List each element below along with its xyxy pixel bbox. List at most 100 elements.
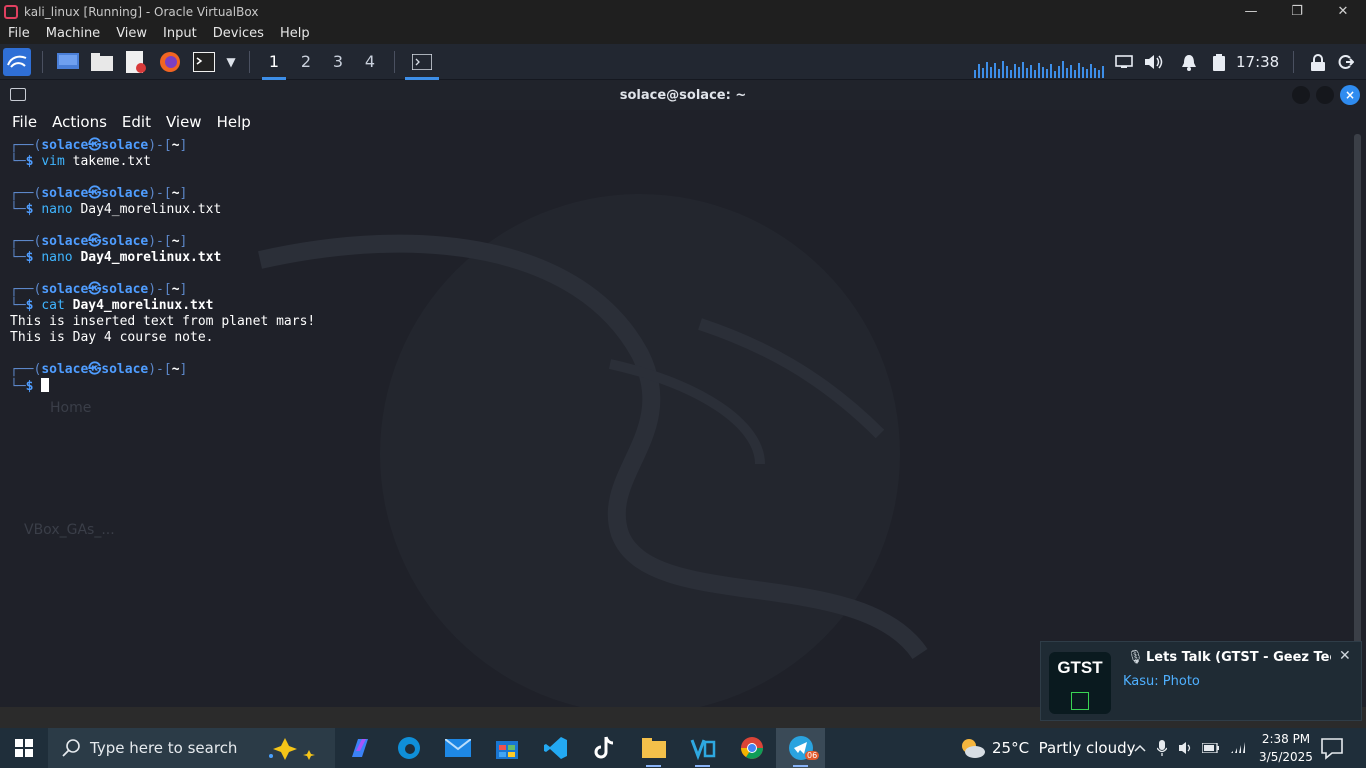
prompt-frame: ┌──( xyxy=(10,138,42,153)
output-line: This is inserted text from planet mars! xyxy=(10,314,316,329)
command-argument: Day4_morelinux.txt xyxy=(80,250,222,265)
virtualbox-icon[interactable] xyxy=(678,728,727,768)
prompt-line: ┌──(solace㉿solace)-[~] xyxy=(10,362,1340,378)
vbox-menu-file[interactable]: File xyxy=(0,26,38,41)
minimize-button[interactable]: — xyxy=(1228,0,1274,23)
panel-clock[interactable]: 17:38 xyxy=(1236,53,1279,71)
terminal-title: solace@solace: ~ xyxy=(619,87,747,103)
workspace-3[interactable]: 3 xyxy=(322,44,354,80)
workspace-4[interactable]: 4 xyxy=(354,44,386,80)
search-box[interactable]: Type here to search xyxy=(48,728,335,768)
prompt-user-host: solace㉿solace xyxy=(41,282,149,297)
prompt-frame: ┌──( xyxy=(10,362,42,377)
terminal-output[interactable]: ┌──(solace㉿solace)-[~] └─$ vim takeme.txt… xyxy=(10,138,1340,698)
avatar-text: GTST xyxy=(1057,658,1103,677)
sparkle-icon xyxy=(269,738,315,760)
prompt-frame: └─ xyxy=(10,298,26,313)
volume-icon[interactable] xyxy=(1136,54,1172,70)
terminal-app-icon xyxy=(10,88,26,101)
chevron-up-icon[interactable] xyxy=(1130,744,1150,752)
prompt-line: ┌──(solace㉿solace)-[~] xyxy=(10,282,1340,298)
copilot-icon[interactable] xyxy=(335,728,384,768)
wifi-icon[interactable] xyxy=(1224,741,1250,755)
terminal-titlebar: solace@solace: ~ × xyxy=(0,80,1366,110)
text-editor-icon[interactable] xyxy=(120,46,152,78)
vbox-menu-devices[interactable]: Devices xyxy=(205,26,272,41)
logout-icon[interactable] xyxy=(1330,54,1362,70)
prompt-frame: )-[ xyxy=(148,362,172,377)
close-button[interactable]: ✕ xyxy=(1320,0,1366,23)
prompt-user-host: solace㉿solace xyxy=(41,234,149,249)
speaker-icon[interactable] xyxy=(1174,741,1198,755)
telegram-icon[interactable]: 06 xyxy=(776,728,825,768)
notification-bell-icon[interactable] xyxy=(1172,54,1206,71)
telegram-toast-notification[interactable]: GTST 🎙 Lets Talk (GTST - Geez Tech S... … xyxy=(1040,641,1362,721)
text-cursor xyxy=(41,378,50,392)
window-title: kali_linux [Running] - Oracle VirtualBox xyxy=(24,4,259,19)
group-avatar: GTST xyxy=(1049,652,1111,714)
file-manager-icon[interactable] xyxy=(86,46,118,78)
store-icon[interactable] xyxy=(482,728,531,768)
prompt-dir: ~ xyxy=(171,282,180,297)
taskbar-date: 3/5/2025 xyxy=(1259,750,1313,764)
vbox-menu-input[interactable]: Input xyxy=(155,26,205,41)
kali-menu-icon[interactable] xyxy=(1,46,33,78)
file-explorer-icon[interactable] xyxy=(629,728,678,768)
firefox-icon[interactable] xyxy=(154,46,186,78)
terminal-menu-help[interactable]: Help xyxy=(217,113,251,131)
taskbar-terminal-window[interactable] xyxy=(403,44,441,80)
command-argument: Day4_morelinux.txt xyxy=(80,202,222,217)
microphone-tray-icon[interactable] xyxy=(1150,740,1174,756)
prompt-dir: ~ xyxy=(171,138,180,153)
edge-icon[interactable] xyxy=(384,728,433,768)
vbox-menu-view[interactable]: View xyxy=(108,26,155,41)
vbox-menu-machine[interactable]: Machine xyxy=(38,26,108,41)
display-icon[interactable] xyxy=(1112,55,1136,69)
minimize-button[interactable] xyxy=(1292,86,1310,104)
tiktok-icon[interactable] xyxy=(580,728,629,768)
vscode-icon[interactable] xyxy=(531,728,580,768)
lock-screen-icon[interactable] xyxy=(1306,53,1330,71)
taskbar-clock[interactable]: 2:38 PM 3/5/2025 xyxy=(1255,730,1317,766)
search-placeholder: Type here to search xyxy=(90,739,238,757)
notification-center-icon[interactable] xyxy=(1320,736,1344,760)
mail-icon[interactable] xyxy=(433,728,482,768)
avatar-inner-logo xyxy=(1071,692,1089,710)
chevron-down-icon[interactable]: ▼ xyxy=(222,46,240,78)
terminal-menu-actions[interactable]: Actions xyxy=(52,113,107,131)
vbox-menubar: File Machine View Input Devices Help xyxy=(0,23,1366,44)
terminal-scrollbar[interactable] xyxy=(1354,134,1361,720)
output-line: This is Day 4 course note. xyxy=(10,330,214,345)
maximize-button[interactable] xyxy=(1316,86,1334,104)
restore-button[interactable]: ❐ xyxy=(1274,0,1320,23)
toast-message: Kasu: Photo xyxy=(1123,674,1200,689)
prompt-dollar: $ xyxy=(25,202,34,217)
prompt-frame: ] xyxy=(179,282,188,297)
command-name: nano xyxy=(41,250,73,265)
prompt-dir: ~ xyxy=(171,186,180,201)
prompt-frame: ] xyxy=(179,234,188,249)
terminal-menu-view[interactable]: View xyxy=(166,113,202,131)
toast-close-button[interactable]: ✕ xyxy=(1339,648,1351,664)
prompt-frame: └─ xyxy=(10,250,26,265)
weather-widget[interactable]: 25°C Partly cloudy xyxy=(958,728,1136,768)
close-button[interactable]: × xyxy=(1340,85,1360,105)
prompt-frame: )-[ xyxy=(148,138,172,153)
show-desktop-icon[interactable] xyxy=(52,46,84,78)
prompt-frame: ┌──( xyxy=(10,234,42,249)
prompt-frame: └─ xyxy=(10,154,26,169)
partly-cloudy-icon xyxy=(962,739,985,758)
start-button[interactable] xyxy=(0,728,48,768)
terminal-menu-edit[interactable]: Edit xyxy=(122,113,151,131)
terminal-launcher-icon[interactable] xyxy=(188,46,220,78)
command-line: └─$ nano Day4_morelinux.txt xyxy=(10,250,1340,266)
vbox-menu-help[interactable]: Help xyxy=(272,26,318,41)
workspace-1[interactable]: 1 xyxy=(258,44,290,80)
workspace-2[interactable]: 2 xyxy=(290,44,322,80)
battery-tray-icon[interactable] xyxy=(1198,743,1224,753)
terminal-menu-file[interactable]: File xyxy=(12,113,37,131)
battery-icon[interactable] xyxy=(1206,53,1232,71)
terminal-window: solace@solace: ~ × File Actions Edit Vie… xyxy=(0,80,1366,720)
chrome-icon[interactable] xyxy=(727,728,776,768)
